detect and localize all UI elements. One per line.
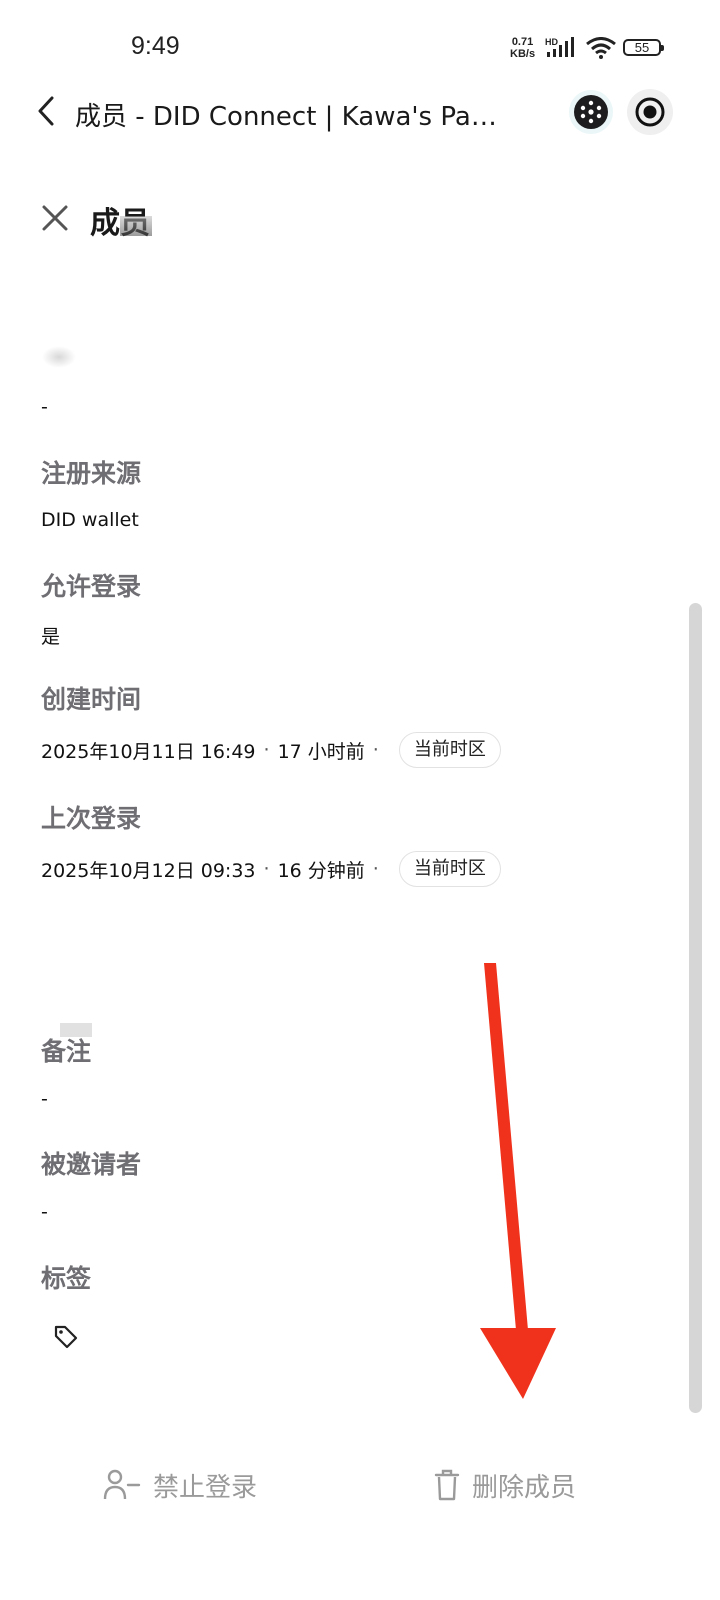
last-login-date: 2025年10月12日 09:33: [41, 859, 256, 882]
separator: ·: [263, 739, 270, 761]
record-icon: [635, 97, 665, 127]
redaction-mark: [120, 216, 152, 236]
timezone-badge[interactable]: 当前时区: [398, 851, 501, 887]
record-button[interactable]: [627, 89, 673, 135]
separator: ·: [372, 739, 379, 761]
signal-icon: HD: [545, 37, 579, 63]
delete-member-label: 删除成员: [472, 1472, 577, 1503]
ban-login-button[interactable]: 禁止登录: [103, 1460, 257, 1510]
last-login-relative: 16 分钟前: [277, 859, 365, 882]
allow-login-value: 是: [41, 626, 61, 648]
status-time: 9:49: [131, 32, 180, 60]
blurred-field-value: -: [41, 396, 48, 418]
scrollbar[interactable]: [689, 603, 702, 1413]
tag-icon[interactable]: [53, 1324, 79, 1350]
created-relative: 17 小时前: [277, 740, 365, 763]
mini-program-icon: [574, 95, 608, 129]
blurred-field-label: [42, 346, 76, 368]
separator: ·: [263, 858, 270, 880]
network-speed: 0.71 KB/s: [510, 36, 535, 60]
battery-indicator: 55: [623, 39, 664, 56]
back-button[interactable]: [30, 93, 66, 129]
last-login-label: 上次登录: [41, 804, 142, 833]
annotation-arrow: [480, 963, 556, 1399]
delete-member-button[interactable]: 删除成员: [434, 1460, 576, 1510]
nav-title: 成员 - DID Connect | Kawa's Pay...: [75, 102, 505, 132]
inviter-value: -: [41, 1201, 48, 1223]
wifi-icon: [585, 37, 617, 63]
network-speed-value: 0.71: [511, 36, 534, 48]
last-login-row: 2025年10月12日 09:33 · 16 分钟前 · 当前时区: [41, 851, 501, 887]
ban-login-label: 禁止登录: [153, 1472, 258, 1503]
register-source-label: 注册来源: [41, 459, 142, 488]
back-arrow-icon: [38, 96, 54, 126]
mini-program-button[interactable]: [569, 90, 613, 134]
trash-icon: [434, 1469, 460, 1501]
allow-login-label: 允许登录: [41, 572, 142, 601]
close-button[interactable]: [38, 201, 72, 235]
tags-label: 标签: [41, 1264, 92, 1293]
timezone-badge[interactable]: 当前时区: [398, 732, 501, 768]
remark-value: -: [41, 1088, 48, 1110]
network-speed-unit: KB/s: [510, 48, 536, 60]
created-date: 2025年10月11日 16:49: [41, 740, 256, 763]
user-minus-icon: [103, 1469, 141, 1500]
created-time-row: 2025年10月11日 16:49 · 17 小时前 · 当前时区: [41, 732, 501, 768]
page-root: 9:49 0.71 KB/s HD 55 成员 - DID Connect | …: [0, 0, 720, 1600]
separator: ·: [372, 858, 379, 880]
close-icon: [42, 205, 68, 231]
register-source-value: DID wallet: [41, 509, 139, 531]
remark-label: 备注: [41, 1037, 92, 1066]
created-time-label: 创建时间: [41, 685, 142, 714]
signal-hd-label: HD: [545, 37, 558, 47]
inviter-label: 被邀请者: [41, 1150, 142, 1179]
